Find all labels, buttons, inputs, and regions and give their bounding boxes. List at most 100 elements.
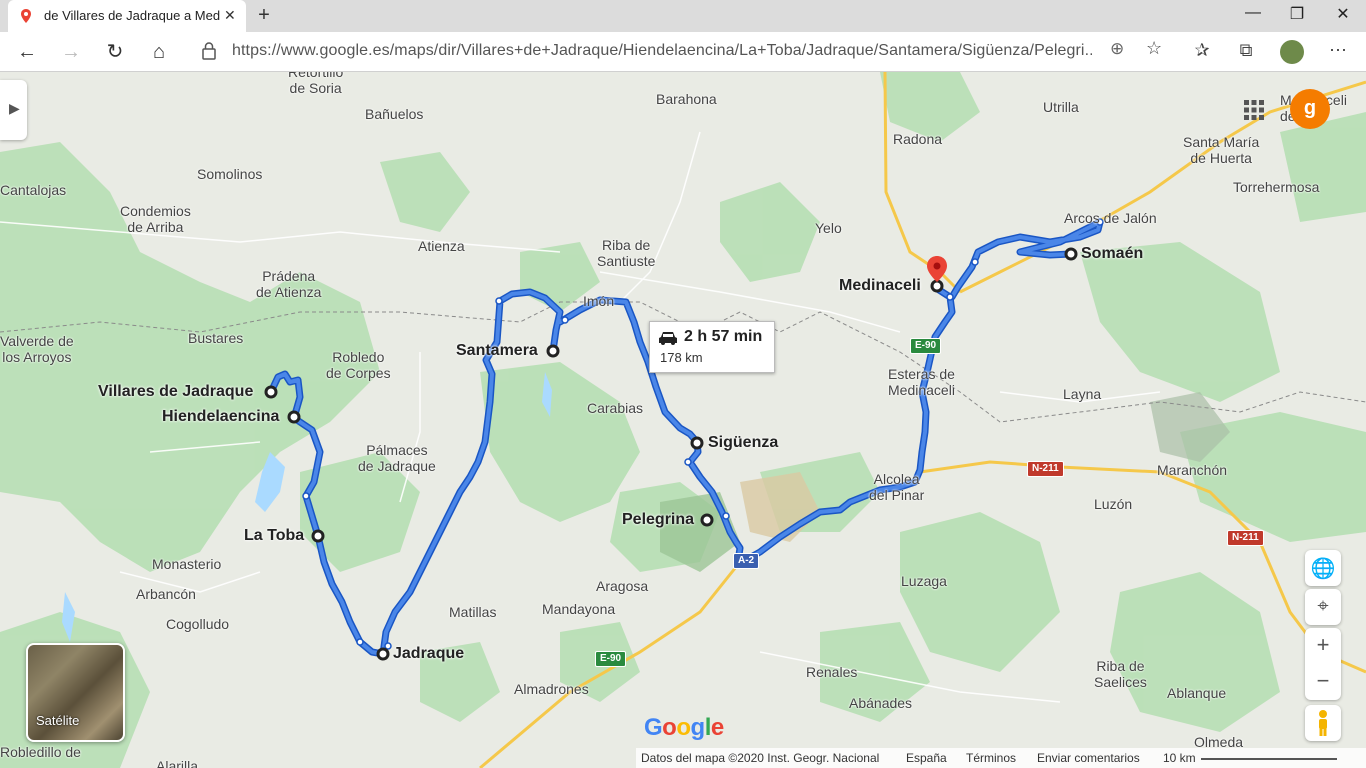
restore-button[interactable]: ❐ [1274,4,1320,24]
place-label: Prádena de Atienza [256,268,322,300]
waypoint-label[interactable]: Villares de Jadraque [98,383,253,401]
waypoint-label[interactable]: Jadraque [393,645,464,663]
waypoint-label[interactable]: Pelegrina [622,511,694,529]
route-summary-callout[interactable]: 2 h 57 min 178 km [649,321,775,373]
road-shield: N-211 [1027,461,1064,477]
back-arrow-icon[interactable]: ← [14,39,40,65]
apps-grid-icon[interactable] [1243,99,1265,121]
collections-icon[interactable]: ⧉ [1234,40,1258,61]
minimize-button[interactable]: — [1230,4,1276,22]
more-menu-icon[interactable]: ⋯ [1326,40,1350,61]
zoom-out-button[interactable]: − [1305,664,1341,700]
my-location-button[interactable]: ⌖ [1305,589,1341,625]
globe-icon: 🌐 [1310,558,1336,580]
satellite-label: Satélite [36,713,80,728]
place-label: Esteras de Medinaceli [888,366,955,398]
crosshair-icon: ⌖ [1317,595,1329,617]
place-label: Arbancón [136,586,196,602]
place-label: Renales [806,664,858,680]
zoom-controls: + − [1305,628,1341,700]
road-shield: A-2 [733,553,760,569]
route-duration: 2 h 57 min [684,328,763,345]
google-maps-icon [21,9,31,23]
street-view-pegman-button[interactable] [1305,705,1341,741]
waypoint-label[interactable]: Santamera [456,342,538,360]
map-footer: Datos del mapa ©2020 Inst. Geogr. Nacion… [636,748,1366,768]
place-label: Torrehermosa [1233,179,1320,195]
forward-arrow-icon[interactable]: → [58,39,84,65]
place-label: Retortillo de Soria [288,72,344,96]
scale-bar [1201,758,1337,760]
road-shield: N-211 [1227,530,1264,546]
place-label: Atienza [418,238,465,254]
place-label: Carabias [587,400,644,416]
tab-bar: de Villares de Jadraque a Medinaceli ✕ +… [0,0,1366,32]
place-label: Abánades [849,695,913,711]
home-icon[interactable]: ⌂ [146,39,172,65]
address-bar[interactable]: https://www.google.es/maps/dir/Villares+… [188,36,1174,66]
car-icon [659,332,677,345]
map-data-attribution: Datos del mapa ©2020 Inst. Geogr. Nacion… [641,751,880,765]
zoom-in-button[interactable]: + [1305,628,1341,664]
place-label: Almadrones [514,681,589,697]
waypoint-label[interactable]: Somaén [1081,245,1143,263]
place-label: Matillas [449,604,497,620]
place-label: Luzón [1094,496,1133,512]
tab-active[interactable]: de Villares de Jadraque a Medinaceli ✕ [8,0,246,32]
place-label: Somolinos [197,166,263,182]
place-label: Aragosa [596,578,649,594]
place-label: Pálmaces de Jadraque [358,442,436,474]
place-label: Alarilla [156,758,199,768]
waypoint-label[interactable]: Medinaceli [839,277,921,295]
terms-link[interactable]: Términos [966,751,1016,765]
favorite-star-icon[interactable]: ☆ [1146,38,1162,59]
place-label: Utrilla [1043,99,1079,115]
place-label: Mandayona [542,601,616,617]
close-tab-icon[interactable]: ✕ [224,7,236,24]
reload-icon[interactable]: ↻ [102,39,128,65]
new-tab-button[interactable]: + [254,4,274,27]
road-shield: E-90 [910,338,942,354]
place-label: Robledo de Corpes [326,349,391,381]
add-icon[interactable]: ⊕ [1110,39,1124,59]
place-label: Valverde de los Arroyos [0,333,74,365]
google-logo: Google [644,714,724,741]
place-label: Cantalojas [0,182,67,198]
pegman-icon [1319,710,1327,736]
waypoint-label[interactable]: Hiendelaencina [162,408,279,426]
place-label: Condemios de Arriba [120,203,191,235]
place-label: Riba de Santiuste [597,237,656,269]
feedback-link[interactable]: Enviar comentarios [1037,751,1140,765]
place-label: Layna [1063,386,1102,402]
place-label: Riba de Saelices [1094,658,1147,690]
side-panel-toggle-button[interactable]: ▶ [0,80,27,140]
place-label: Barahona [656,91,717,107]
account-avatar[interactable]: g [1290,89,1330,129]
satellite-layer-button[interactable]: Satélite [26,643,125,742]
scale-label[interactable]: 10 km [1163,751,1196,765]
place-label: Bustares [188,330,244,346]
place-label: Imón [583,293,615,309]
route-distance: 178 km [660,350,703,365]
favorites-icon[interactable]: ✰ [1190,40,1214,61]
waypoint-label[interactable]: La Toba [244,527,304,545]
place-label: Robledillo de [0,744,81,760]
place-label: Ablanque [1167,685,1227,701]
globe-view-button[interactable]: 🌐 [1305,550,1341,586]
map-canvas[interactable]: Retortillo de Soria Bañuelos Barahona Utr… [0,72,1366,768]
place-label: Maranchón [1157,462,1228,478]
place-label: Radona [893,131,943,147]
place-label: Luzaga [901,573,947,589]
waypoint-label[interactable]: Sigüenza [708,434,778,452]
place-label: Alcolea del Pinar [869,471,925,503]
lock-icon [202,42,216,60]
tab-title: de Villares de Jadraque a Medinaceli [44,8,220,23]
chevron-right-icon: ▶ [9,100,20,116]
browser-toolbar: ← → ↻ ⌂ https://www.google.es/maps/dir/V… [0,32,1366,72]
close-window-button[interactable]: ✕ [1320,4,1366,24]
country-link[interactable]: España [906,751,947,765]
place-label: Monasterio [152,556,222,572]
place-label: Arcos de Jalón [1064,210,1157,226]
place-label: Bañuelos [365,106,424,122]
profile-avatar[interactable] [1280,40,1304,64]
